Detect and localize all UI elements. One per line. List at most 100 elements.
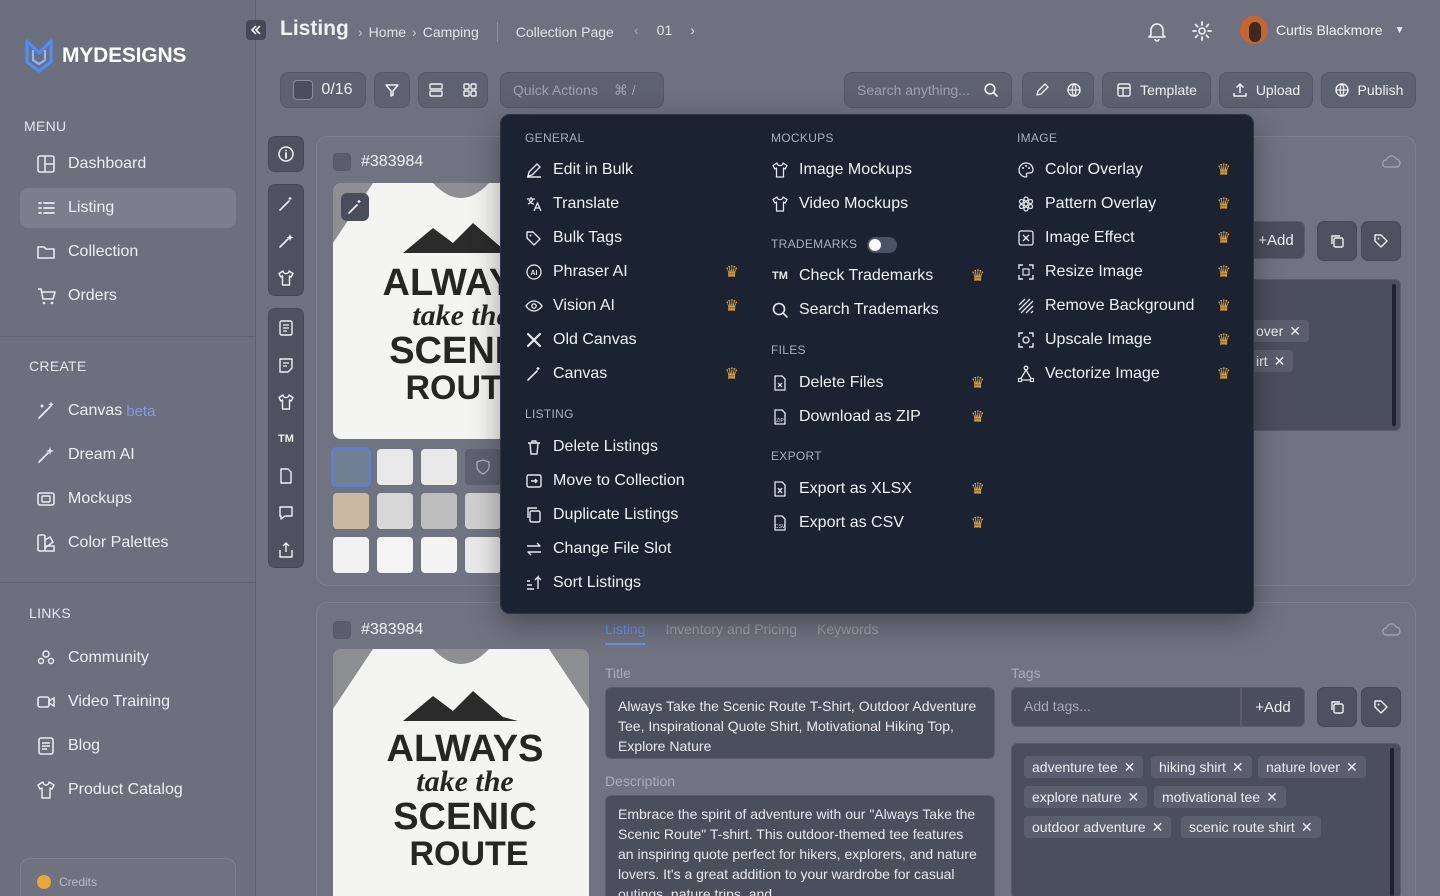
thumbnail[interactable] (331, 447, 371, 487)
sidebar-item-color-palettes[interactable]: Color Palettes (20, 523, 236, 563)
copy-tags-button[interactable] (1317, 687, 1357, 727)
menu-item-canvas[interactable]: Canvas ♛ (525, 357, 739, 391)
menu-item-change-file-slot[interactable]: Change File Slot (525, 532, 739, 566)
menu-item-video-mockups[interactable]: Video Mockups (771, 187, 985, 221)
menu-item-color-overlay[interactable]: Color Overlay ♛ (1017, 153, 1231, 187)
quick-actions-button[interactable]: Quick Actions ⌘ / (500, 72, 664, 108)
notifications-button[interactable] (1146, 20, 1168, 42)
tag-chip[interactable]: irt ✕ (1248, 350, 1294, 372)
thumbnail-add[interactable] (465, 449, 501, 485)
menu-item-resize-image[interactable]: Resize Image ♛ (1017, 255, 1231, 289)
globe-icon[interactable] (1066, 82, 1082, 98)
edit-canvas-button[interactable] (341, 193, 369, 221)
next-page-icon[interactable]: › (690, 22, 695, 38)
close-icon[interactable]: ✕ (1346, 759, 1358, 776)
sidebar-item-community[interactable]: Community (20, 638, 236, 678)
dream-ai-tool-button[interactable] (269, 222, 303, 259)
tab-inventory-pricing[interactable]: Inventory and Pricing (665, 621, 797, 645)
search-input[interactable]: Search anything... (844, 72, 1012, 108)
menu-item-edit-in-bulk[interactable]: Edit in Bulk (525, 153, 739, 187)
sidebar-item-listing[interactable]: Listing (20, 188, 236, 228)
add-tag-button[interactable]: +Add (1247, 221, 1305, 259)
cloud-icon[interactable] (1381, 153, 1401, 169)
tab-listing[interactable]: Listing (605, 621, 646, 645)
tag-manager-button[interactable] (1361, 221, 1401, 261)
sidebar-item-mockups[interactable]: Mockups (20, 479, 236, 519)
menu-item-check-trademarks[interactable]: TM Check Trademarks ♛ (771, 259, 985, 293)
menu-item-image-mockups[interactable]: Image Mockups (771, 153, 985, 187)
sidebar-item-dream-ai[interactable]: Dream AI (20, 435, 236, 475)
template-button[interactable]: Template (1102, 72, 1211, 108)
thumbnail[interactable] (377, 493, 413, 529)
menu-item-search-trademarks[interactable]: Search Trademarks (771, 293, 985, 327)
settings-button[interactable] (1191, 20, 1213, 42)
thumbnail[interactable] (421, 493, 457, 529)
close-icon[interactable]: ✕ (1289, 323, 1301, 340)
tag-manager-button[interactable] (1361, 687, 1401, 727)
thumbnail[interactable] (377, 449, 413, 485)
title-field[interactable]: Always Take the Scenic Route T-Shirt, Ou… (605, 687, 995, 759)
menu-item-delete-files[interactable]: Delete Files ♛ (771, 366, 985, 400)
sidebar-item-dashboard[interactable]: Dashboard (20, 144, 236, 184)
menu-item-delete-listings[interactable]: Delete Listings (525, 430, 739, 464)
sidebar-item-video-training[interactable]: Video Training (20, 682, 236, 722)
tag-chip[interactable]: scenic route shirt ✕ (1181, 816, 1321, 838)
sidebar-item-blog[interactable]: Blog (20, 726, 236, 766)
info-button[interactable] (268, 136, 304, 172)
share-tool-button[interactable] (269, 531, 303, 568)
copy-tags-button[interactable] (1317, 221, 1357, 261)
description-field[interactable]: Embrace the spirit of adventure with our… (605, 795, 995, 896)
comment-tool-button[interactable] (269, 494, 303, 531)
menu-item-sort-listings[interactable]: Sort Listings (525, 566, 739, 600)
product-tool-button[interactable] (269, 383, 303, 420)
listing-checkbox[interactable] (333, 153, 351, 171)
menu-item-phraser-ai[interactable]: AI Phraser AI ♛ (525, 255, 739, 289)
collapse-sidebar-button[interactable] (246, 20, 266, 40)
menu-item-old-canvas[interactable]: Old Canvas (525, 323, 739, 357)
filter-button[interactable] (374, 72, 410, 108)
mockup-tool-button[interactable] (269, 259, 303, 296)
menu-item-vectorize-image[interactable]: Vectorize Image ♛ (1017, 357, 1231, 391)
cloud-icon[interactable] (1381, 621, 1401, 637)
scrollbar[interactable] (1390, 748, 1394, 896)
breadcrumb-home[interactable]: Home (369, 24, 406, 40)
close-icon[interactable]: ✕ (1266, 789, 1278, 806)
upload-button[interactable]: Upload (1219, 72, 1313, 108)
close-icon[interactable]: ✕ (1274, 353, 1286, 370)
tab-keywords[interactable]: Keywords (817, 621, 878, 645)
details-tool-button[interactable] (269, 309, 303, 346)
tag-chip[interactable]: nature lover ✕ (1258, 756, 1366, 778)
listing-checkbox[interactable] (333, 621, 351, 639)
list-view-icon[interactable] (428, 82, 444, 98)
grid-view-icon[interactable] (462, 82, 478, 98)
credits-panel[interactable]: Credits (20, 858, 236, 896)
menu-item-export-csv[interactable]: CSV Export as CSV ♛ (771, 506, 985, 540)
thumbnail[interactable] (465, 493, 501, 529)
menu-item-move-to-collection[interactable]: Move to Collection (525, 464, 739, 498)
menu-item-export-xlsx[interactable]: Export as XLSX ♛ (771, 472, 985, 506)
close-icon[interactable]: ✕ (1124, 759, 1136, 776)
notes-tool-button[interactable] (269, 346, 303, 383)
tm-icon[interactable]: TM (269, 420, 303, 457)
tag-chip[interactable]: adventure tee ✕ (1024, 756, 1144, 778)
tag-chip[interactable]: motivational tee ✕ (1154, 786, 1286, 808)
brand-logo[interactable]: MYDESIGNS (24, 38, 186, 74)
add-tag-button[interactable]: +Add (1241, 687, 1305, 727)
publish-button[interactable]: Publish (1321, 72, 1416, 108)
thumbnail[interactable] (333, 493, 369, 529)
listing-main-image[interactable]: ALWAYS take the SCENIC ROUTE (333, 649, 589, 896)
close-icon[interactable]: ✕ (1301, 819, 1313, 836)
close-icon[interactable]: ✕ (1232, 759, 1244, 776)
menu-item-remove-background[interactable]: Remove Background ♛ (1017, 289, 1231, 323)
scrollbar[interactable] (1392, 284, 1396, 426)
menu-item-vision-ai[interactable]: Vision AI ♛ (525, 289, 739, 323)
select-all-button[interactable]: 0/16 (280, 72, 366, 108)
menu-item-bulk-tags[interactable]: Bulk Tags (525, 221, 739, 255)
select-all-checkbox[interactable] (293, 80, 314, 100)
thumbnail[interactable] (377, 537, 413, 573)
thumbnail[interactable] (421, 537, 457, 573)
canvas-tool-button[interactable] (269, 185, 303, 222)
tag-chip[interactable]: over ✕ (1248, 320, 1309, 342)
thumbnail[interactable] (421, 449, 457, 485)
menu-item-upscale-image[interactable]: Upscale Image ♛ (1017, 323, 1231, 357)
